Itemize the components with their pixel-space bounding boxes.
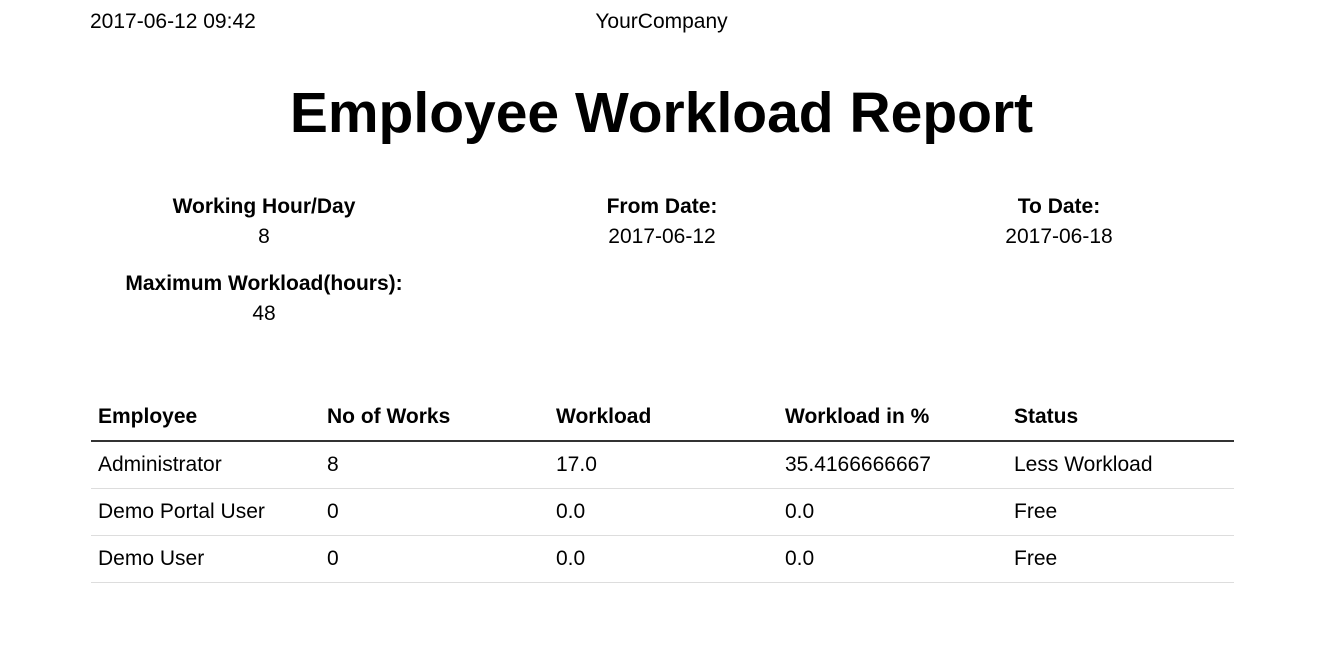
to-date-label: To Date: [1017, 195, 1101, 218]
max-workload-info: Maximum Workload(hours): 48 [90, 271, 438, 331]
cell-workload-percent: 35.4166666667 [778, 441, 1007, 489]
cell-workload-percent: 0.0 [778, 535, 1007, 583]
from-date-info: From Date: 2017-06-12 [488, 194, 836, 254]
to-date-info: To Date: 2017-06-18 [885, 194, 1233, 254]
from-date-label: From Date: [606, 195, 718, 218]
table-header-row: Employee No of Works Workload Workload i… [91, 394, 1234, 442]
cell-no-of-works: 0 [320, 535, 549, 583]
cell-workload-percent: 0.0 [778, 488, 1007, 536]
column-header-workload-percent: Workload in % [778, 394, 1007, 442]
cell-workload: 0.0 [549, 488, 778, 536]
working-hour-label: Working Hour/Day [172, 195, 356, 218]
working-hour-value: 8 [258, 225, 270, 248]
column-header-status: Status [1007, 394, 1234, 442]
report-title: Employee Workload Report [289, 81, 1034, 145]
to-date-value: 2017-06-18 [1005, 225, 1113, 248]
cell-workload: 0.0 [549, 535, 778, 583]
working-hour-info: Working Hour/Day 8 [90, 194, 438, 254]
workload-table: Employee No of Works Workload Workload i… [91, 394, 1234, 583]
table-row: Demo User 0 0.0 0.0 Free [91, 535, 1234, 583]
cell-employee: Demo Portal User [91, 488, 320, 536]
cell-no-of-works: 8 [320, 441, 549, 489]
max-workload-value: 48 [252, 302, 276, 325]
table-row: Demo Portal User 0 0.0 0.0 Free [91, 488, 1234, 536]
cell-status: Free [1007, 535, 1234, 583]
cell-status: Less Workload [1007, 441, 1234, 489]
table-row: Administrator 8 17.0 35.4166666667 Less … [91, 441, 1234, 489]
cell-employee: Administrator [91, 441, 320, 489]
cell-workload: 17.0 [549, 441, 778, 489]
column-header-workload: Workload [549, 394, 778, 442]
cell-status: Free [1007, 488, 1234, 536]
from-date-value: 2017-06-12 [608, 225, 716, 248]
cell-employee: Demo User [91, 535, 320, 583]
company-name: YourCompany [595, 10, 728, 33]
cell-no-of-works: 0 [320, 488, 549, 536]
column-header-no-of-works: No of Works [320, 394, 549, 442]
max-workload-label: Maximum Workload(hours): [125, 272, 403, 295]
column-header-employee: Employee [91, 394, 320, 442]
